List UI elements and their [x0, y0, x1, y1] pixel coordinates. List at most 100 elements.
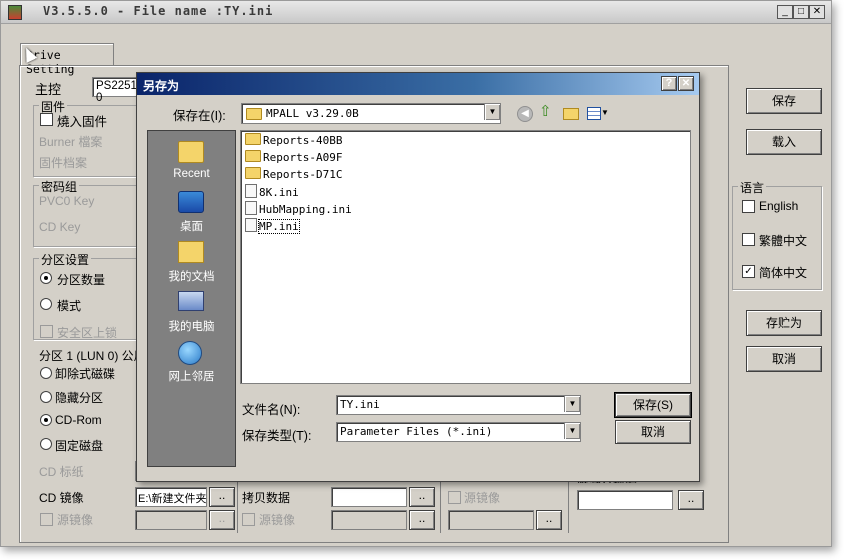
cancel-button[interactable]: 取消: [746, 346, 822, 372]
browse-label: ..: [545, 511, 553, 525]
cancel-button-label: 取消: [771, 352, 796, 366]
chevron-down-icon[interactable]: ▼: [564, 423, 580, 439]
window-title: V3.5.5.0 - File name :TY.ini: [43, 4, 274, 18]
place-recent[interactable]: Recent: [148, 139, 235, 185]
minimize-icon[interactable]: _: [777, 5, 793, 19]
source-image-browse-button[interactable]: ..: [209, 510, 235, 530]
network-places-icon: [178, 341, 202, 365]
save-in-label: 保存在(I):: [173, 109, 226, 123]
list-item[interactable]: Reports-A09F: [245, 150, 342, 166]
place-my-documents[interactable]: 我的文档: [148, 239, 235, 285]
place-label: 桌面: [180, 221, 203, 233]
save-as-button[interactable]: 存贮为: [746, 310, 822, 336]
places-bar: Recent 桌面 我的文档 我的电脑 网上邻居: [147, 130, 236, 467]
hidden-partition-radio[interactable]: [40, 391, 52, 403]
source-image-browse-button-2[interactable]: ..: [409, 510, 435, 530]
firmware-file-label: 固件档案: [39, 156, 88, 170]
burn-firmware-label: 燒入固件: [57, 115, 108, 129]
save-in-value: MPALL v3.29.0B: [266, 107, 359, 120]
hidden-file-field[interactable]: [577, 490, 673, 510]
removable-disk-label: 卸除式磁碟: [55, 367, 116, 381]
source-image-label-2: 源镜像: [259, 513, 296, 527]
language-group-title: 语言: [738, 179, 767, 196]
lang-simplified-label: 简体中文: [759, 266, 808, 280]
filename-combo[interactable]: TY.ini ▼: [336, 395, 581, 415]
filetype-combo[interactable]: Parameter Files (*.ini) ▼: [336, 422, 581, 442]
save-button-label: 保存: [771, 94, 796, 108]
fixed-disk-radio[interactable]: [40, 438, 52, 450]
load-button-label: 载入: [771, 135, 796, 149]
list-item[interactable]: HubMapping.ini: [245, 201, 352, 217]
chevron-down-icon[interactable]: ▼: [601, 108, 609, 117]
maximize-icon[interactable]: □: [793, 5, 809, 19]
chevron-down-icon[interactable]: ▼: [484, 104, 500, 120]
list-item[interactable]: MP.ini: [245, 218, 300, 234]
recent-icon: [178, 141, 204, 163]
column-divider: [237, 479, 238, 533]
dialog-save-button[interactable]: 保存(S): [614, 392, 692, 418]
browse-label: ..: [687, 491, 695, 505]
burn-firmware-checkbox[interactable]: [40, 113, 53, 126]
cd-label-label: CD 标纸: [39, 465, 84, 479]
help-icon: ?: [665, 77, 673, 89]
source-image-browse-button-3[interactable]: ..: [536, 510, 562, 530]
help-button[interactable]: ?: [661, 76, 677, 91]
place-my-computer[interactable]: 我的电脑: [148, 289, 235, 335]
save-button[interactable]: 保存: [746, 88, 822, 114]
source-image-checkbox-3[interactable]: [448, 491, 461, 504]
cd-image-browse-button[interactable]: ..: [209, 487, 235, 507]
app-icon: [8, 5, 22, 20]
back-icon[interactable]: ◀: [517, 106, 533, 122]
file-name: Reports-40BB: [263, 134, 343, 147]
secure-lock-checkbox[interactable]: [40, 325, 53, 338]
browse-label: ..: [418, 488, 426, 502]
place-desktop[interactable]: 桌面: [148, 189, 235, 235]
browse-label: ..: [218, 511, 226, 525]
mode-radio[interactable]: [40, 298, 52, 310]
chevron-down-icon[interactable]: ▼: [564, 396, 580, 412]
hidden-partition-label: 隐藏分区: [55, 391, 104, 405]
save-as-dialog: 另存为 ? ✕ 保存在(I): MPALL v3.29.0B ▼ ◀ ⇧ ▼ R…: [136, 72, 700, 482]
source-image-field-3: [448, 510, 534, 530]
folder-icon: [245, 167, 261, 179]
lang-traditional-checkbox[interactable]: [742, 233, 755, 246]
source-image-checkbox-2[interactable]: [242, 513, 255, 526]
list-item[interactable]: 8K.ini: [245, 184, 299, 200]
save-in-combo[interactable]: MPALL v3.29.0B ▼: [241, 103, 501, 124]
dialog-cancel-label: 取消: [640, 425, 665, 439]
lang-simplified-checkbox[interactable]: ✓: [742, 265, 755, 278]
removable-disk-radio[interactable]: [40, 367, 52, 379]
up-folder-icon[interactable]: ⇧: [539, 104, 555, 120]
source-image-checkbox[interactable]: [40, 513, 53, 526]
partition-count-radio[interactable]: [40, 272, 52, 284]
dialog-cancel-button[interactable]: 取消: [615, 420, 691, 444]
my-computer-icon: [178, 291, 204, 311]
cd-image-field[interactable]: E:\新建文件夹: [135, 487, 207, 507]
cdrom-radio[interactable]: [40, 414, 52, 426]
controller-select[interactable]: PS2251-0: [92, 77, 142, 104]
file-name: 8K.ini: [259, 186, 299, 199]
lang-english-checkbox[interactable]: [742, 200, 755, 213]
dialog-close-button[interactable]: ✕: [678, 76, 694, 91]
place-network[interactable]: 网上邻居: [148, 339, 235, 385]
hidden-file-browse-button[interactable]: ..: [678, 490, 704, 510]
list-item[interactable]: Reports-D71C: [245, 167, 342, 183]
file-name: Reports-D71C: [263, 168, 343, 181]
file-name: Reports-A09F: [263, 151, 343, 164]
fixed-disk-label: 固定磁盘: [55, 439, 104, 453]
dialog-title-bar: 另存为 ? ✕: [137, 73, 699, 95]
burner-file-label: Burner 檔案: [39, 135, 103, 149]
close-icon[interactable]: ✕: [809, 5, 825, 19]
list-item[interactable]: Reports-40BB: [245, 133, 342, 149]
copy-data-field[interactable]: [331, 487, 407, 507]
load-button[interactable]: 载入: [746, 129, 822, 155]
copy-data-browse-button[interactable]: ..: [409, 487, 435, 507]
file-list[interactable]: Reports-40BB Reports-A09F Reports-D71C 8…: [240, 130, 691, 384]
cdrom-label: CD-Rom: [55, 413, 102, 427]
filetype-label: 保存类型(T):: [242, 429, 312, 443]
cd-image-label: CD 镜像: [39, 491, 84, 505]
source-image-field: [135, 510, 207, 530]
new-folder-icon[interactable]: [563, 108, 579, 120]
filename-value: TY.ini: [340, 398, 380, 411]
view-menu-icon[interactable]: [587, 107, 601, 120]
